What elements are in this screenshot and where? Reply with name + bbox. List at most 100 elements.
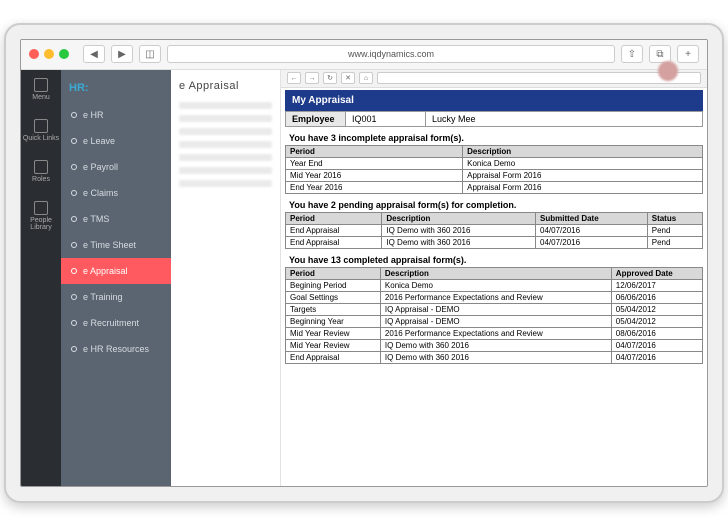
col-period: Period <box>286 267 381 279</box>
new-tab-button[interactable]: + <box>677 45 699 63</box>
table-row[interactable]: Begining PeriodKonica Demo12/06/2017 <box>286 279 703 291</box>
pending-table: Period Description Submitted Date Status… <box>285 212 703 249</box>
table-row[interactable]: Beginning YearIQ Appraisal - DEMO05/04/2… <box>286 315 703 327</box>
rail-item-menu[interactable]: Menu <box>32 78 50 101</box>
table-row[interactable]: Year EndKonica Demo <box>286 157 703 169</box>
maximize-icon[interactable] <box>59 49 69 59</box>
bullet-icon <box>71 190 77 196</box>
bullet-icon <box>71 112 77 118</box>
rail-label: Menu <box>32 94 50 101</box>
submenu-item-placeholder[interactable] <box>179 128 272 135</box>
incomplete-title: You have 3 incomplete appraisal form(s). <box>285 127 703 145</box>
table-header-row: Period Description Submitted Date Status <box>286 212 703 224</box>
submenu-item-placeholder[interactable] <box>179 180 272 187</box>
col-description: Description <box>463 145 703 157</box>
col-period: Period <box>286 212 382 224</box>
table-row[interactable]: Mid Year 2016Appraisal Form 2016 <box>286 169 703 181</box>
sidebar-item-eclaims[interactable]: e Claims <box>61 180 171 206</box>
sidebar-item-label: e Recruitment <box>83 318 139 328</box>
col-submitted: Submitted Date <box>536 212 648 224</box>
sidebar-item-label: e Time Sheet <box>83 240 136 250</box>
avatar[interactable] <box>658 61 678 81</box>
inner-url-bar[interactable] <box>377 72 701 84</box>
submenu-item-placeholder[interactable] <box>179 154 272 161</box>
inner-stop-button[interactable]: ✕ <box>341 72 355 84</box>
pending-title: You have 2 pending appraisal form(s) for… <box>285 194 703 212</box>
table-row[interactable]: Mid Year Review2016 Performance Expectat… <box>286 327 703 339</box>
table-row[interactable]: End Year 2016Appraisal Form 2016 <box>286 181 703 193</box>
table-row[interactable]: End AppraisalIQ Demo with 360 201604/07/… <box>286 236 703 248</box>
rail-item-quicklinks[interactable]: Quick Links <box>23 119 59 142</box>
rail-label: Roles <box>32 176 50 183</box>
bullet-icon <box>71 320 77 326</box>
col-approved: Approved Date <box>611 267 702 279</box>
sidebar-item-etms[interactable]: e TMS <box>61 206 171 232</box>
link-icon <box>34 119 48 133</box>
bullet-icon <box>71 294 77 300</box>
roles-icon <box>34 160 48 174</box>
employee-label: Employee <box>286 112 346 126</box>
table-row[interactable]: TargetsIQ Appraisal - DEMO05/04/2012 <box>286 303 703 315</box>
sidebar-item-eappraisal[interactable]: e Appraisal <box>61 258 171 284</box>
people-icon <box>34 201 48 215</box>
bullet-icon <box>71 242 77 248</box>
sidebar-item-label: e HR <box>83 110 104 120</box>
table-header-row: Period Description <box>286 145 703 157</box>
table-row[interactable]: Mid Year ReviewIQ Demo with 360 201604/0… <box>286 339 703 351</box>
submenu-panel: e Appraisal <box>171 70 281 486</box>
completed-title: You have 13 completed appraisal form(s). <box>285 249 703 267</box>
col-description: Description <box>382 212 536 224</box>
submenu-item-placeholder[interactable] <box>179 102 272 109</box>
submenu-item-placeholder[interactable] <box>179 141 272 148</box>
share-button[interactable]: ⇧ <box>621 45 643 63</box>
sidebar-item-label: e Appraisal <box>83 266 128 276</box>
rail-label: Quick Links <box>23 135 59 142</box>
sidebar-item-label: e Payroll <box>83 162 118 172</box>
sidebar-item-ehrresources[interactable]: e HR Resources <box>61 336 171 362</box>
table-row[interactable]: End AppraisalIQ Demo with 360 201604/07/… <box>286 224 703 236</box>
page-title: My Appraisal <box>285 90 703 111</box>
url-bar[interactable]: www.iqdynamics.com <box>167 45 615 63</box>
back-button[interactable]: ◀ <box>83 45 105 63</box>
employee-row: Employee IQ001 Lucky Mee <box>285 111 703 127</box>
rail-item-people[interactable]: People Library <box>21 201 61 231</box>
rail-label: People Library <box>21 217 61 231</box>
col-description: Description <box>380 267 611 279</box>
inner-toolbar: ← → ↻ ✕ ⌂ <box>281 70 707 88</box>
sidebar-item-ehr[interactable]: e HR <box>61 102 171 128</box>
laptop-frame: ◀ ▶ ◫ www.iqdynamics.com ⇧ ⧉ + Menu Quic… <box>4 23 724 503</box>
col-period: Period <box>286 145 463 157</box>
window-controls <box>29 49 69 59</box>
close-icon[interactable] <box>29 49 39 59</box>
app-body: Menu Quick Links Roles People Library HR… <box>21 70 707 486</box>
minimize-icon[interactable] <box>44 49 54 59</box>
forward-button[interactable]: ▶ <box>111 45 133 63</box>
sidebar-item-label: e Claims <box>83 188 118 198</box>
browser-toolbar: ◀ ▶ ◫ www.iqdynamics.com ⇧ ⧉ + <box>21 40 707 70</box>
submenu-item-placeholder[interactable] <box>179 167 272 174</box>
sidebar-item-label: e HR Resources <box>83 344 149 354</box>
sidebar-item-eleave[interactable]: e Leave <box>61 128 171 154</box>
table-row[interactable]: Goal Settings2016 Performance Expectatio… <box>286 291 703 303</box>
rail-item-roles[interactable]: Roles <box>32 160 50 183</box>
content-pane: ← → ↻ ✕ ⌂ My Appraisal Employee IQ001 Lu… <box>281 70 707 486</box>
completed-table: Period Description Approved Date Beginin… <box>285 267 703 364</box>
inner-back-button[interactable]: ← <box>287 72 301 84</box>
bullet-icon <box>71 216 77 222</box>
submenu-item-placeholder[interactable] <box>179 115 272 122</box>
sidebar-item-erecruitment[interactable]: e Recruitment <box>61 310 171 336</box>
sidebar-item-etimesheet[interactable]: e Time Sheet <box>61 232 171 258</box>
content-scroll[interactable]: My Appraisal Employee IQ001 Lucky Mee Yo… <box>281 88 707 486</box>
inner-forward-button[interactable]: → <box>305 72 319 84</box>
sidebar-item-label: e Training <box>83 292 123 302</box>
incomplete-table: Period Description Year EndKonica Demo M… <box>285 145 703 194</box>
inner-home-button[interactable]: ⌂ <box>359 72 373 84</box>
bullet-icon <box>71 138 77 144</box>
sidebar-item-etraining[interactable]: e Training <box>61 284 171 310</box>
sidebar-item-epayroll[interactable]: e Payroll <box>61 154 171 180</box>
sidebar-toggle-button[interactable]: ◫ <box>139 45 161 63</box>
employee-id: IQ001 <box>346 112 426 126</box>
col-status: Status <box>647 212 702 224</box>
inner-refresh-button[interactable]: ↻ <box>323 72 337 84</box>
table-row[interactable]: End AppraisalIQ Demo with 360 201604/07/… <box>286 351 703 363</box>
